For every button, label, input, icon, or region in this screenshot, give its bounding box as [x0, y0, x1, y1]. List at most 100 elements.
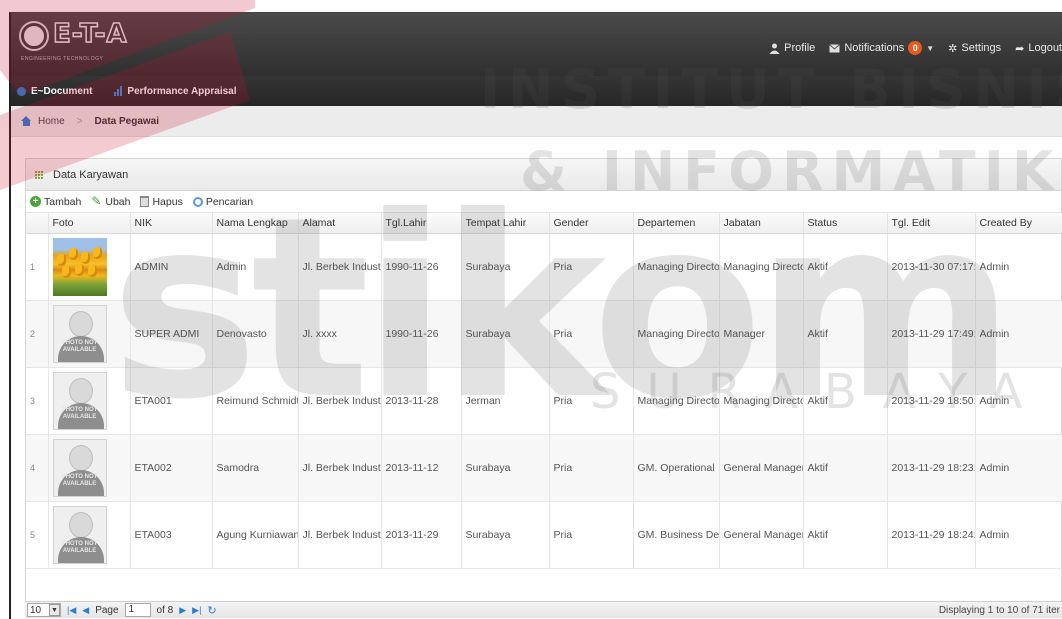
column-header[interactable]: Tgl. Edit	[887, 213, 976, 234]
prev-page-icon[interactable]: ◀	[82, 605, 89, 616]
table-row[interactable]: 5 PHOTO NOT AVAILABLE ETA003 Agung Kurni…	[26, 501, 1062, 569]
column-header[interactable]: Jabatan	[719, 213, 804, 234]
envelope-icon	[829, 43, 841, 52]
position-cell: Managing Director	[719, 233, 804, 301]
created-by-cell: Admin	[975, 434, 1062, 502]
column-header[interactable]: Alamat	[298, 213, 382, 234]
chevron-down-icon: ▼	[49, 604, 60, 616]
photo-cell: PHOTO NOT AVAILABLE	[48, 300, 131, 368]
grid-toolbar: + Tambah ✎ Ubah Hapus Pencarian	[26, 191, 1061, 213]
name-cell: Denovasto	[212, 300, 299, 368]
page-number-input[interactable]: 1	[124, 603, 151, 617]
nav-item-performance-appraisal[interactable]: Performance Appraisal	[114, 85, 237, 97]
edit-button[interactable]: ✎ Ubah	[91, 194, 131, 208]
photo-not-available-image: PHOTO NOT AVAILABLE	[52, 304, 107, 363]
table-row[interactable]: 3 PHOTO NOT AVAILABLE ETA001 Reimund Sch…	[26, 367, 1062, 435]
chevron-down-icon: ▼	[926, 43, 935, 53]
page-size-select[interactable]: 10 ▼	[27, 603, 61, 617]
breadcrumb-current: Data Pegawai	[94, 115, 160, 127]
grid-icon	[34, 170, 43, 179]
breadcrumb-separator-icon: >	[76, 115, 83, 127]
address-cell: Jl. Berbek Industri II	[298, 501, 382, 569]
breadcrumb-home[interactable]: Home	[38, 116, 65, 127]
birthdate-cell: 1990-11-26	[381, 233, 462, 301]
gender-cell: Pria	[549, 233, 634, 301]
photo-cell: PHOTO NOT AVAILABLE	[48, 434, 131, 502]
eta-logo[interactable]: E-T-A ENGINEERING TECHNOLOGY	[21, 18, 161, 69]
column-header[interactable]: Gender	[549, 213, 634, 234]
nav-item-e-document[interactable]: E~Document	[17, 86, 92, 97]
logout-link[interactable]: ➦ Logout	[1015, 42, 1062, 55]
nav-item-label: Performance Appraisal	[127, 85, 237, 97]
name-cell: Admin	[212, 233, 299, 301]
column-header[interactable]: Created By	[975, 213, 1062, 234]
status-cell: Aktif	[803, 501, 888, 569]
page-size-value: 10	[30, 604, 42, 616]
table-header-row: Foto NIK Nama Lengkap Alamat Tgl.Lahir T…	[26, 213, 1062, 234]
photo-cell: PHOTO NOT AVAILABLE	[48, 501, 131, 569]
edit-date-cell: 2013-11-29 18:50:31	[887, 367, 976, 435]
app-window: E-T-A ENGINEERING TECHNOLOGY Profile Not…	[9, 12, 1062, 619]
main-nav: E~Document Performance Appraisal	[11, 76, 1062, 106]
address-cell: Jl. Berbek Industri II	[298, 367, 382, 435]
table-row[interactable]: 4 PHOTO NOT AVAILABLE ETA002 Samodra Jl.…	[26, 434, 1062, 502]
column-header[interactable]: Departemen	[633, 213, 720, 234]
page-label: Page	[95, 604, 119, 616]
delete-button[interactable]: Hapus	[140, 196, 183, 208]
position-cell: Manager	[719, 300, 804, 368]
notifications-link[interactable]: Notifications 0 ▼	[829, 41, 934, 55]
status-cell: Aktif	[803, 434, 888, 502]
photo-not-available-image: PHOTO NOT AVAILABLE	[52, 505, 107, 564]
photo-cell: PHOTO NOT AVAILABLE	[48, 367, 131, 435]
nik-cell: ETA003	[130, 501, 213, 569]
table-row[interactable]: 1 ADMIN Admin Jl. Berbek Industri II 199…	[26, 233, 1062, 301]
pagination-bar: 10 ▼ |◀ ◀ Page 1 of 8 ▶ ▶| ↻ Displaying …	[25, 601, 1062, 618]
settings-link[interactable]: ✲ Settings	[948, 42, 1001, 55]
info-circle-icon	[17, 86, 26, 96]
share-arrow-icon: ➦	[1015, 42, 1025, 55]
bar-chart-icon	[114, 86, 123, 96]
column-header[interactable]: NIK	[130, 213, 213, 234]
column-header[interactable]: Foto	[48, 213, 131, 234]
add-label: Tambah	[44, 195, 82, 208]
pencil-icon: ✎	[91, 194, 102, 208]
first-page-icon[interactable]: |◀	[67, 605, 76, 616]
department-cell: Managing Director	[633, 300, 720, 368]
gear-icon: ✲	[948, 42, 958, 55]
gender-cell: Pria	[549, 434, 634, 502]
nik-cell: SUPER ADMI	[130, 300, 213, 368]
column-header[interactable]: Nama Lengkap	[212, 213, 299, 234]
table-row[interactable]: 2 PHOTO NOT AVAILABLE SUPER ADMI Denovas…	[26, 300, 1062, 368]
department-cell: GM. Business Develo	[633, 501, 720, 569]
created-by-cell: Admin	[975, 501, 1062, 569]
column-header[interactable]: Tgl.Lahir	[381, 213, 462, 234]
birthplace-cell: Surabaya	[461, 300, 550, 368]
column-header[interactable]: Tempat Lahir	[461, 213, 550, 234]
name-cell: Samodra	[212, 434, 299, 502]
search-icon	[192, 196, 203, 207]
eta-logo-tagline: ENGINEERING TECHNOLOGY	[21, 56, 104, 62]
tulip-photo	[52, 237, 107, 296]
profile-link[interactable]: Profile	[769, 42, 815, 54]
next-page-icon[interactable]: ▶	[179, 605, 186, 616]
last-page-icon[interactable]: ▶|	[192, 605, 201, 616]
search-button[interactable]: Pencarian	[192, 195, 254, 208]
birthdate-cell: 2013-11-12	[381, 434, 462, 502]
name-cell: Reimund Schmidt	[212, 367, 299, 435]
status-cell: Aktif	[803, 367, 888, 435]
department-cell: GM. Operational	[633, 434, 720, 502]
add-button[interactable]: + Tambah	[30, 196, 81, 208]
employee-panel: Data Karyawan + Tambah ✎ Ubah Hapus Penc…	[25, 158, 1062, 606]
refresh-icon[interactable]: ↻	[207, 604, 216, 617]
row-number: 1	[26, 233, 49, 301]
search-label: Pencarian	[205, 195, 254, 208]
name-cell: Agung Kurniawan	[212, 501, 299, 569]
home-icon[interactable]	[21, 116, 32, 126]
nik-cell: ETA002	[130, 434, 213, 502]
created-by-cell: Admin	[975, 367, 1062, 435]
edit-label: Ubah	[105, 195, 131, 208]
column-header[interactable]: Status	[803, 213, 888, 234]
birthplace-cell: Jerman	[461, 367, 550, 435]
position-cell: General Manager	[719, 501, 804, 569]
birthdate-cell: 2013-11-29	[381, 501, 462, 569]
